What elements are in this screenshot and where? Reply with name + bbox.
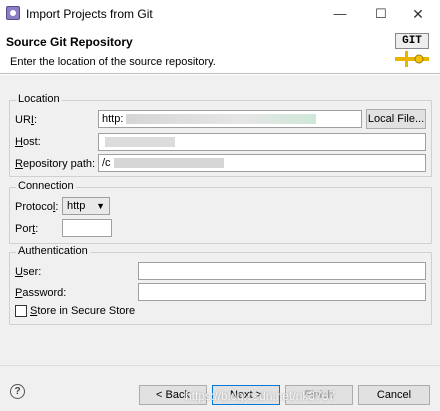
uri-input[interactable]: http: bbox=[98, 110, 362, 128]
eclipse-app-icon bbox=[6, 6, 20, 20]
connection-group-title: Connection bbox=[16, 180, 76, 192]
wizard-footer: ? < Back Next > Finish Cancel https://bl… bbox=[0, 365, 440, 411]
chevron-down-icon: ▼ bbox=[96, 201, 105, 211]
authentication-group-title: Authentication bbox=[16, 245, 90, 257]
help-icon[interactable]: ? bbox=[10, 384, 25, 399]
local-file-button[interactable]: Local File... bbox=[366, 109, 426, 129]
port-label: Port: bbox=[15, 223, 39, 235]
window-title: Import Projects from Git bbox=[26, 7, 153, 21]
protocol-select[interactable]: http ▼ bbox=[62, 197, 110, 215]
location-group-title: Location bbox=[16, 93, 62, 105]
maximize-button[interactable]: ☐ bbox=[368, 4, 394, 24]
title-bar: Import Projects from Git — ☐ ✕ bbox=[0, 0, 440, 28]
port-input[interactable] bbox=[62, 219, 112, 237]
password-label: Password: bbox=[15, 287, 67, 299]
user-input[interactable] bbox=[138, 262, 426, 280]
back-button[interactable]: < Back bbox=[139, 385, 207, 405]
git-branch-graph-icon bbox=[395, 51, 429, 67]
user-label: User: bbox=[15, 266, 42, 278]
minimize-button[interactable]: — bbox=[327, 4, 353, 24]
git-logo-text: GIT bbox=[395, 33, 429, 49]
close-button[interactable]: ✕ bbox=[405, 4, 431, 24]
next-button[interactable]: Next > bbox=[212, 385, 280, 405]
host-label: Host: bbox=[15, 136, 41, 148]
store-in-secure-store-checkbox[interactable] bbox=[15, 305, 27, 317]
finish-button[interactable]: Finish bbox=[285, 385, 353, 405]
repository-path-input[interactable]: /c bbox=[98, 154, 426, 172]
uri-label: URI: bbox=[15, 114, 38, 126]
wizard-header: Source Git Repository Enter the location… bbox=[0, 28, 440, 74]
page-title: Source Git Repository bbox=[6, 35, 133, 49]
cancel-button[interactable]: Cancel bbox=[358, 385, 430, 405]
repository-path-label: Repository path: bbox=[15, 158, 96, 170]
git-logo-icon: GIT bbox=[395, 33, 429, 69]
protocol-label: Protocol: bbox=[15, 201, 59, 213]
wizard-body: Location URI: http: Local File... Host: … bbox=[0, 75, 440, 365]
store-in-secure-store-label: Store in Secure Store bbox=[30, 305, 136, 317]
host-input[interactable] bbox=[98, 133, 426, 151]
page-description: Enter the location of the source reposit… bbox=[10, 56, 216, 68]
password-input[interactable] bbox=[138, 283, 426, 301]
